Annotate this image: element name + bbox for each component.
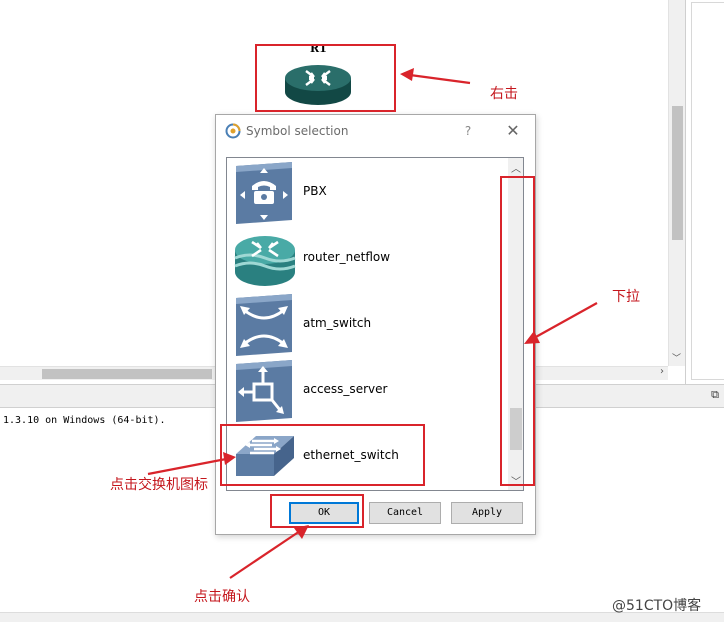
list-item-label: access_server xyxy=(303,382,388,396)
scrollbar-thumb[interactable] xyxy=(42,369,212,379)
list-item-label: PBX xyxy=(303,184,327,198)
scroll-up-arrow-icon[interactable]: ︿ xyxy=(511,160,521,175)
list-item-pbx[interactable]: PBX xyxy=(227,160,507,226)
annotation-click-confirm: 点击确认 xyxy=(194,589,250,605)
close-button[interactable]: ✕ xyxy=(501,120,525,142)
canvas-vertical-scrollbar[interactable]: ﹀ xyxy=(668,0,685,366)
apply-button[interactable]: Apply xyxy=(451,502,523,524)
scroll-down-arrow-icon[interactable]: ﹀ xyxy=(672,351,681,364)
cancel-button[interactable]: Cancel xyxy=(369,502,441,524)
annotation-click-switch: 点击交换机图标 xyxy=(110,477,208,493)
dock-panel xyxy=(691,2,724,380)
list-item-router-netflow[interactable]: router_netflow xyxy=(227,226,507,292)
list-item-atm-switch[interactable]: atm_switch xyxy=(227,292,507,358)
annotation-right-click: 右击 xyxy=(490,86,518,102)
watermark: @51CTO博客 xyxy=(612,598,702,614)
annotation-box-switch xyxy=(220,424,425,486)
list-item-access-server[interactable]: access_server xyxy=(227,358,507,424)
console-output: 1.3.10 on Windows (64-bit). xyxy=(3,415,166,426)
help-button[interactable]: ? xyxy=(458,121,478,141)
list-item-label: router_netflow xyxy=(303,250,391,264)
annotation-scroll-down: 下拉 xyxy=(612,289,640,305)
atm-switch-icon xyxy=(236,294,292,356)
scroll-right-arrow-icon[interactable]: › xyxy=(660,366,664,377)
dialog-title: Symbol selection xyxy=(246,124,349,138)
dialog-titlebar[interactable]: Symbol selection ? ✕ xyxy=(216,115,535,146)
scrollbar-thumb[interactable] xyxy=(672,106,683,240)
access-server-icon xyxy=(236,360,292,422)
pbx-icon xyxy=(236,162,292,224)
router-netflow-icon xyxy=(234,236,296,286)
list-item-label: atm_switch xyxy=(303,316,372,330)
annotation-box-router xyxy=(255,44,396,112)
annotation-box-ok xyxy=(270,494,364,528)
app-logo-icon xyxy=(225,123,241,139)
annotation-box-scrollbar xyxy=(500,176,535,486)
right-dock-pane xyxy=(685,0,724,384)
restore-window-icon[interactable]: ⧉ xyxy=(711,388,719,402)
